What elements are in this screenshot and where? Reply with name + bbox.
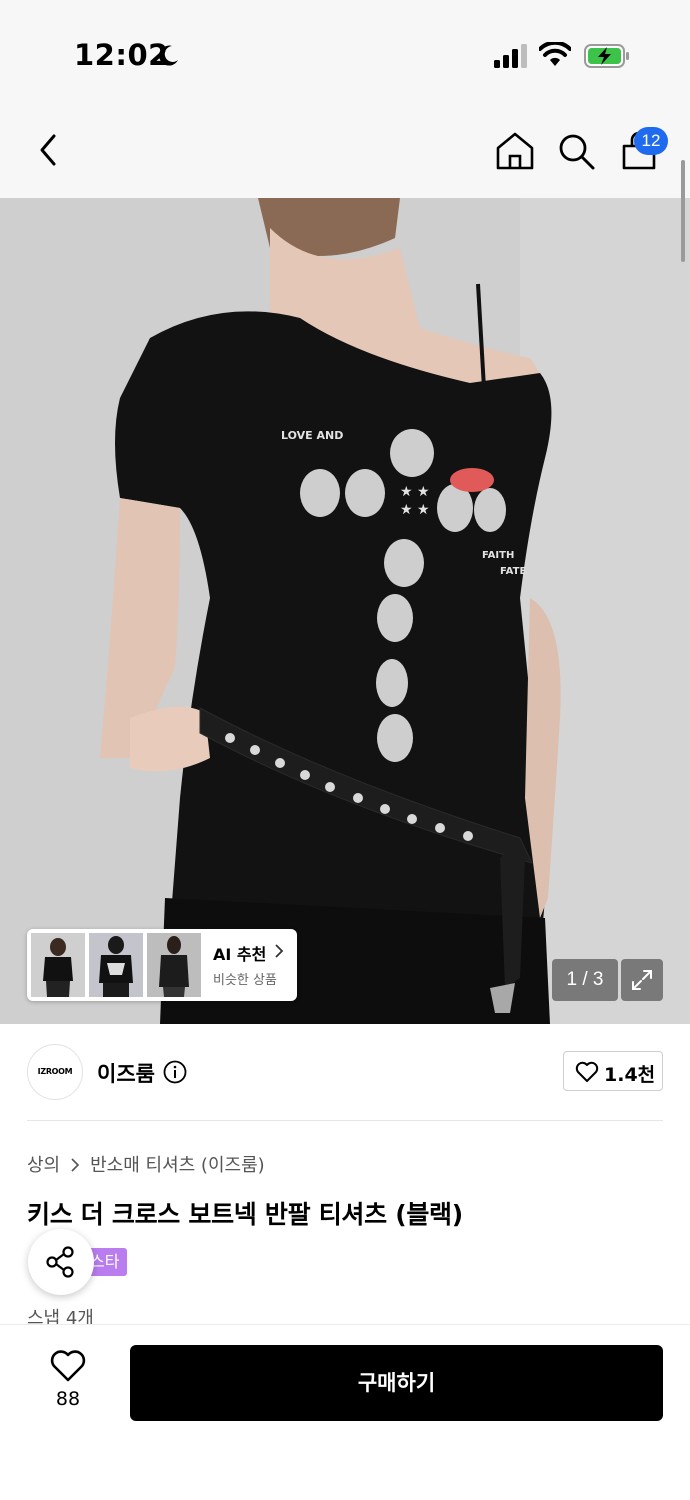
image-page-indicator: 1 / 3 bbox=[552, 959, 618, 1001]
brand-logo[interactable]: IZROOM bbox=[27, 1044, 83, 1100]
brand-name[interactable]: 이즈룸 bbox=[97, 1058, 155, 1088]
wishlist-heart-icon[interactable] bbox=[50, 1349, 86, 1383]
scrollbar[interactable] bbox=[681, 160, 685, 262]
ai-thumb-3[interactable] bbox=[147, 933, 201, 997]
print-text-fate: FATE bbox=[500, 566, 526, 577]
share-button[interactable] bbox=[28, 1229, 94, 1295]
back-icon[interactable] bbox=[32, 130, 66, 170]
print-text-love: LOVE AND bbox=[281, 429, 343, 442]
expand-image-button[interactable] bbox=[621, 959, 663, 1001]
chevron-right-icon bbox=[275, 944, 284, 958]
divider bbox=[27, 1120, 663, 1121]
search-icon[interactable] bbox=[556, 130, 596, 172]
ai-thumb-2[interactable] bbox=[89, 933, 143, 997]
product-photo: ★ ★ ★ ★ LOVE AND FAITH FATE bbox=[0, 198, 690, 1024]
svg-text:★ ★: ★ ★ bbox=[400, 484, 430, 500]
heart-icon bbox=[575, 1061, 599, 1082]
chevron-right-icon bbox=[71, 1158, 80, 1172]
ai-recommend-card[interactable]: AI 추천 비슷한 상품 bbox=[27, 929, 297, 1001]
battery-icon bbox=[584, 44, 629, 68]
ai-thumb-1[interactable] bbox=[31, 933, 85, 997]
ai-recommend-title: AI 추천 bbox=[213, 945, 267, 964]
info-icon[interactable] bbox=[163, 1060, 187, 1084]
print-text-faith: FAITH bbox=[482, 550, 514, 561]
status-bar: 12:02 bbox=[0, 0, 690, 100]
brand-like-count: 1.4천 bbox=[604, 1064, 656, 1086]
wishlist-count: 88 bbox=[55, 1388, 81, 1410]
cart-count-badge: 12 bbox=[634, 127, 668, 155]
ai-recommend-subtitle: 비슷한 상품 bbox=[213, 973, 277, 988]
wifi-icon bbox=[539, 42, 571, 66]
status-time: 12:02 bbox=[74, 38, 169, 72]
share-icon bbox=[46, 1246, 74, 1278]
svg-text:★ ★: ★ ★ bbox=[400, 502, 430, 518]
expand-icon bbox=[632, 970, 652, 990]
brand-like-button[interactable]: 1.4천 bbox=[563, 1051, 663, 1091]
signal-icon bbox=[494, 44, 527, 68]
breadcrumb-subcategory[interactable]: 반소매 티셔츠 (이즈룸) bbox=[90, 1155, 265, 1176]
top-nav: 12 bbox=[0, 100, 690, 198]
breadcrumb: 상의 반소매 티셔츠 (이즈룸) bbox=[27, 1151, 265, 1177]
moon-icon bbox=[159, 45, 178, 66]
product-title: 키스 더 크로스 보트넥 반팔 티셔츠 (블랙) bbox=[27, 1200, 463, 1229]
buy-button[interactable]: 구매하기 bbox=[130, 1345, 663, 1421]
breadcrumb-category[interactable]: 상의 bbox=[27, 1155, 60, 1176]
home-icon[interactable] bbox=[494, 130, 536, 172]
product-image[interactable]: ★ ★ ★ ★ LOVE AND FAITH FATE bbox=[0, 198, 690, 1024]
